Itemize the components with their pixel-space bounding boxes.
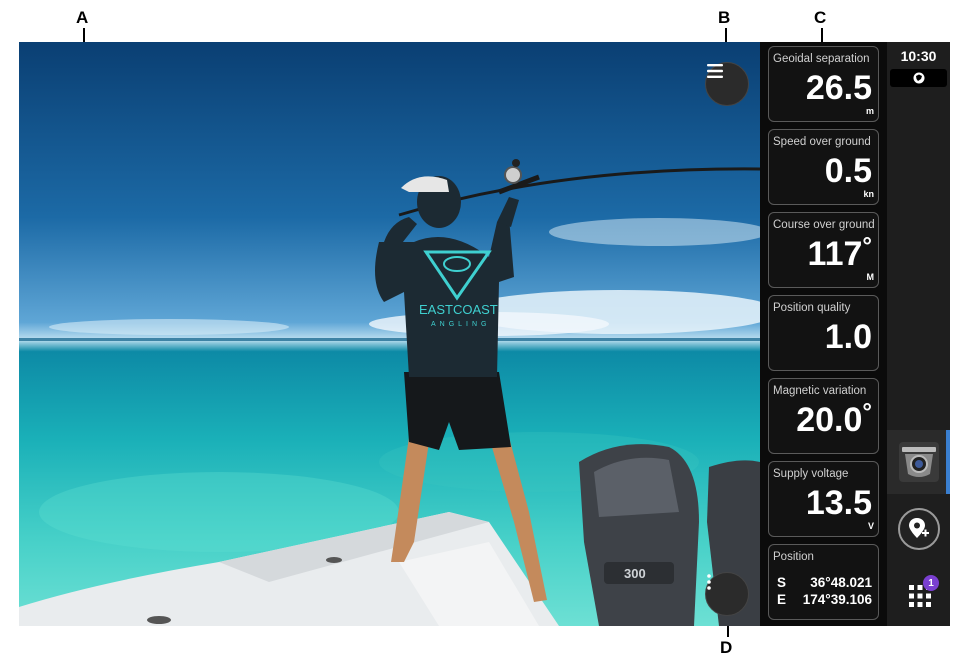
tile-label: Geoidal separation bbox=[773, 53, 870, 65]
tile-label: Position quality bbox=[773, 302, 851, 314]
tile-value: 20.0° bbox=[796, 399, 872, 439]
tile-position[interactable]: Position S 36°48.021 E 174°39.106 bbox=[768, 544, 879, 620]
callout-b: B bbox=[718, 8, 731, 27]
tile-value: 117° bbox=[807, 233, 872, 273]
tile-value: 1.0 bbox=[824, 318, 872, 356]
tile-value: 0.5 bbox=[824, 152, 872, 190]
add-waypoint-icon bbox=[909, 518, 929, 538]
latitude-value: 36°48.021 bbox=[810, 575, 872, 590]
tile-label: Speed over ground bbox=[773, 136, 871, 148]
tile-value: 13.5 bbox=[805, 484, 872, 522]
tile-unit: m bbox=[865, 106, 874, 116]
data-panel: Geoidal separation 26.5 m Speed over gro… bbox=[760, 42, 887, 626]
add-waypoint-button[interactable] bbox=[898, 508, 940, 550]
tile-position-quality[interactable]: Position quality 1.0 bbox=[768, 295, 879, 371]
clock: 10:30 bbox=[900, 48, 937, 64]
tile-geoidal-separation[interactable]: Geoidal separation 26.5 m bbox=[768, 46, 879, 122]
latitude-row: S 36°48.021 bbox=[777, 575, 872, 590]
apps-notification-badge: 1 bbox=[923, 575, 939, 591]
camera-feed-view[interactable]: 300 EASTCOAST ANGLING bbox=[19, 42, 760, 626]
longitude-hemisphere: E bbox=[777, 592, 787, 607]
sidebar: 10:30 1 bbox=[887, 42, 950, 626]
menu-button[interactable] bbox=[705, 62, 749, 106]
tile-unit: V bbox=[867, 521, 874, 531]
callout-d: D bbox=[720, 638, 733, 657]
more-options-button[interactable] bbox=[705, 572, 749, 616]
callout-a: A bbox=[76, 8, 89, 27]
tile-unit: M bbox=[866, 272, 875, 282]
tile-value: 26.5 bbox=[805, 69, 872, 107]
longitude-row: E 174°39.106 bbox=[777, 592, 872, 607]
tile-label: Magnetic variation bbox=[773, 385, 867, 397]
callout-c: C bbox=[814, 8, 827, 27]
tile-label: Supply voltage bbox=[773, 468, 849, 480]
menu-icon bbox=[707, 64, 723, 78]
engine-label: 300 bbox=[624, 566, 646, 581]
shirt-logo-text: EASTCOAST bbox=[419, 302, 498, 317]
gps-status[interactable] bbox=[890, 69, 947, 87]
tile-magnetic-variation[interactable]: Magnetic variation 20.0° bbox=[768, 378, 879, 454]
longitude-value: 174°39.106 bbox=[802, 592, 872, 607]
tile-course-over-ground[interactable]: Course over ground 117° M bbox=[768, 212, 879, 288]
tile-label: Course over ground bbox=[773, 219, 875, 231]
camera-button[interactable] bbox=[887, 430, 950, 494]
tile-unit: kn bbox=[863, 189, 874, 199]
tile-label: Position bbox=[773, 551, 814, 563]
camera-icon bbox=[898, 442, 939, 482]
shirt-logo-subtext: ANGLING bbox=[431, 321, 491, 328]
more-vertical-icon bbox=[707, 574, 711, 590]
tile-speed-over-ground[interactable]: Speed over ground 0.5 kn bbox=[768, 129, 879, 205]
active-indicator bbox=[946, 430, 950, 494]
camera-scene: 300 EASTCOAST ANGLING bbox=[19, 159, 760, 626]
gps-icon bbox=[913, 72, 924, 84]
tile-supply-voltage[interactable]: Supply voltage 13.5 V bbox=[768, 461, 879, 537]
latitude-hemisphere: S bbox=[777, 575, 787, 590]
